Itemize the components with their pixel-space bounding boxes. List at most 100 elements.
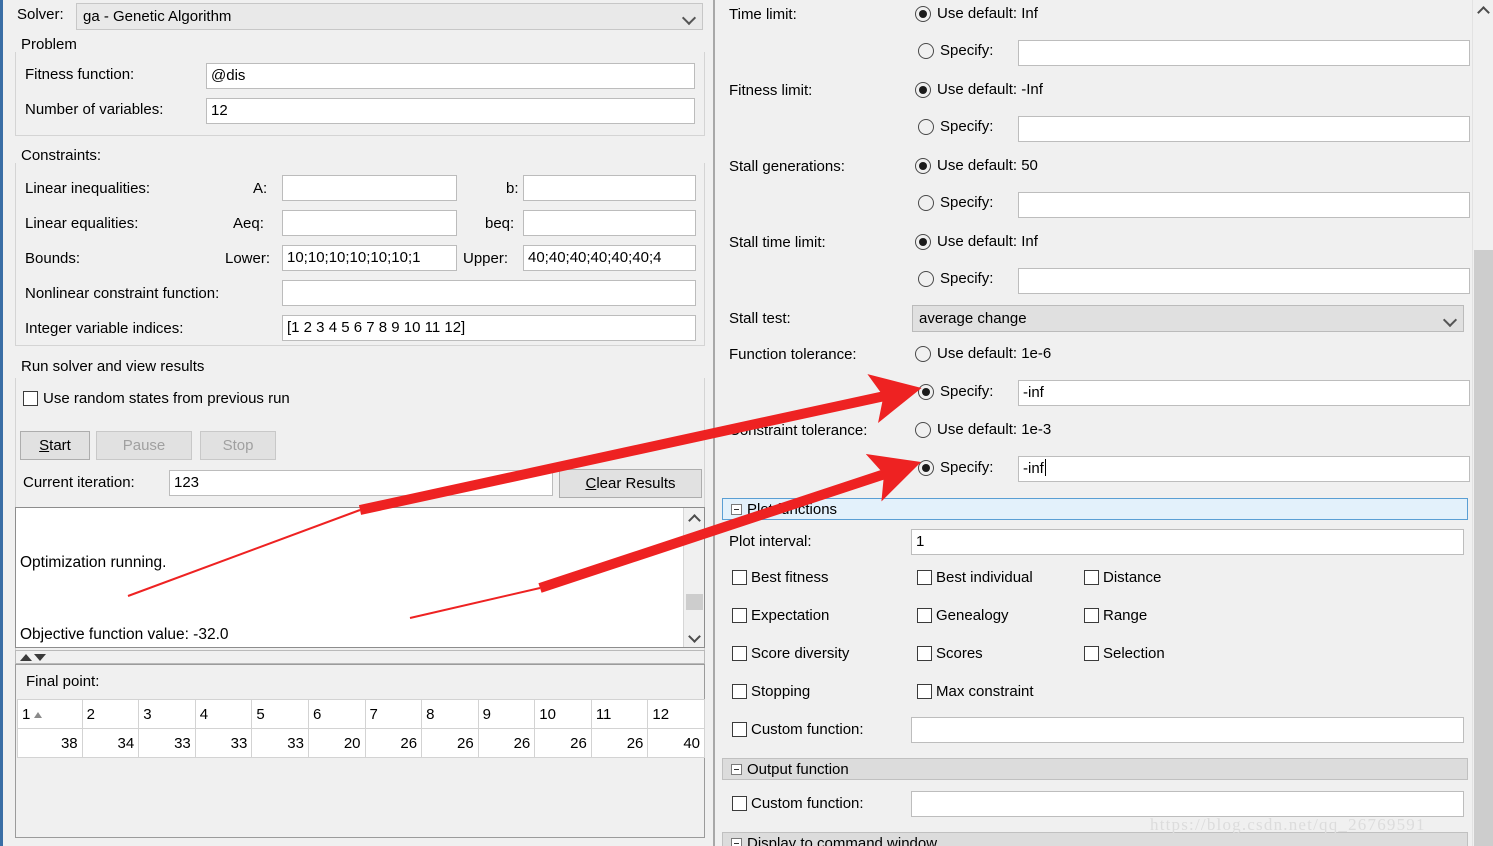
function-tolerance-default-radio[interactable]: Use default: 1e-6	[915, 345, 1051, 362]
table-col-header[interactable]: 2	[81, 699, 140, 729]
integer-variable-indices-label: Integer variable indices:	[25, 320, 184, 337]
table-cell: 26	[421, 728, 479, 758]
table-cell: 20	[307, 728, 366, 758]
table-col-header[interactable]: 3	[138, 699, 196, 729]
checkbox-best-fitness[interactable]: Best fitness	[732, 569, 829, 586]
start-button[interactable]: Start	[20, 431, 90, 460]
checkbox-selection[interactable]: Selection	[1084, 645, 1165, 662]
table-cell: 34	[81, 728, 140, 758]
results-textarea[interactable]: Optimization running. Objective function…	[15, 507, 705, 648]
checkbox-label: Range	[1103, 607, 1148, 624]
collapse-icon[interactable]	[731, 837, 742, 846]
left-panel: Solver: ga - Genetic Algorithm Problem F…	[0, 0, 710, 846]
upper-bound-input[interactable]: 40;40;40;40;40;40;4	[523, 245, 696, 271]
collapse-icon[interactable]	[731, 503, 742, 515]
scroll-up-icon[interactable]	[1473, 0, 1493, 21]
plot-functions-section-header[interactable]: Plot functions	[722, 498, 1468, 520]
bounds-label: Bounds:	[25, 250, 81, 267]
table-col-header[interactable]: 12	[647, 699, 705, 729]
table-col-header[interactable]: 9	[477, 699, 536, 729]
table-col-header[interactable]: 1	[17, 699, 83, 729]
use-random-states-checkbox[interactable]: Use random states from previous run	[23, 390, 290, 407]
function-tolerance-specify-radio[interactable]: Specify:	[918, 383, 993, 400]
aeq-input[interactable]	[282, 210, 457, 236]
b-input[interactable]	[523, 175, 696, 201]
stop-button-label: Stop	[222, 437, 254, 454]
stall-test-value: average change	[919, 310, 1027, 327]
fitness-function-input[interactable]: @dis	[206, 63, 695, 89]
stall-time-limit-specify-radio[interactable]: Specify:	[918, 270, 993, 287]
integer-variable-indices-input[interactable]: [1 2 3 4 5 6 7 8 9 10 11 12]	[282, 315, 696, 341]
pause-button[interactable]: Pause	[96, 431, 192, 460]
options-scrollbar[interactable]	[1472, 0, 1493, 846]
time-limit-specify-input[interactable]	[1018, 40, 1470, 66]
results-text-content: Optimization running. Objective function…	[20, 508, 680, 647]
stall-generations-specify-radio[interactable]: Specify:	[918, 194, 993, 211]
time-limit-specify-radio[interactable]: Specify:	[918, 42, 993, 59]
checkbox-icon	[917, 646, 932, 661]
checkbox-distance[interactable]: Distance	[1084, 569, 1161, 586]
fitness-limit-default-radio[interactable]: Use default: -Inf	[915, 81, 1043, 98]
checkbox-expectation[interactable]: Expectation	[732, 607, 829, 624]
plot-interval-input[interactable]: 1	[911, 529, 1464, 555]
time-limit-default-radio[interactable]: Use default: Inf	[915, 5, 1038, 22]
a-input[interactable]	[282, 175, 457, 201]
fitness-function-label: Fitness function:	[25, 66, 135, 83]
checkbox-best-individual[interactable]: Best individual	[917, 569, 1033, 586]
table-col-header[interactable]: 5	[251, 699, 309, 729]
problem-group-title: Problem	[19, 36, 81, 53]
table-col-header[interactable]: 10	[534, 699, 592, 729]
checkbox-range[interactable]: Range	[1084, 607, 1147, 624]
checkbox-score-diversity[interactable]: Score diversity	[732, 645, 849, 662]
constraint-tolerance-default-radio[interactable]: Use default: 1e-3	[915, 421, 1051, 438]
stall-generations-default-radio[interactable]: Use default: 50	[915, 157, 1038, 174]
scroll-down-icon[interactable]	[684, 626, 704, 647]
output-function-section-header[interactable]: Output function	[722, 758, 1468, 780]
checkbox-output-custom-function[interactable]: Custom function:	[732, 795, 864, 812]
table-col-header[interactable]: 6	[307, 699, 366, 729]
table-col-header[interactable]: 7	[364, 699, 423, 729]
nonlinear-constraint-input[interactable]	[282, 280, 696, 306]
checkbox-plot-custom-function[interactable]: Custom function:	[732, 721, 864, 738]
scroll-up-icon[interactable]	[684, 508, 704, 529]
checkbox-icon	[732, 570, 747, 585]
solver-dropdown[interactable]: ga - Genetic Algorithm	[76, 3, 703, 30]
b-label: b:	[506, 180, 519, 197]
checkbox-max-constraint[interactable]: Max constraint	[917, 683, 1034, 700]
stall-time-limit-label: Stall time limit:	[729, 234, 826, 251]
run-solver-group-title: Run solver and view results	[19, 358, 209, 375]
solver-label: Solver:	[17, 6, 64, 23]
panel-splitter[interactable]	[15, 650, 705, 664]
lower-bound-input[interactable]: 10;10;10;10;10;10;1	[282, 245, 457, 271]
options-scrollbar-thumb[interactable]	[1474, 250, 1493, 846]
table-col-header[interactable]: 4	[194, 699, 253, 729]
results-scrollbar-thumb[interactable]	[686, 594, 703, 610]
stall-generations-label: Stall generations:	[729, 158, 845, 175]
fitness-limit-specify-radio[interactable]: Specify:	[918, 118, 993, 135]
output-custom-function-input[interactable]	[911, 791, 1464, 817]
checkbox-scores[interactable]: Scores	[917, 645, 983, 662]
results-line-1: Objective function value: -32.0	[20, 626, 229, 643]
chevron-down-icon	[1443, 312, 1457, 326]
beq-input[interactable]	[523, 210, 696, 236]
results-scrollbar[interactable]	[683, 508, 704, 647]
stall-time-limit-specify-input[interactable]	[1018, 268, 1470, 294]
stop-button[interactable]: Stop	[200, 431, 276, 460]
stall-time-limit-default-radio[interactable]: Use default: Inf	[915, 233, 1038, 250]
stall-test-dropdown[interactable]: average change	[912, 305, 1464, 332]
function-tolerance-specify-input[interactable]: -inf	[1018, 380, 1470, 406]
splitter-up-icon[interactable]	[20, 653, 32, 661]
plot-custom-function-input[interactable]	[911, 717, 1464, 743]
collapse-icon[interactable]	[731, 763, 742, 775]
table-col-header[interactable]: 8	[421, 699, 479, 729]
constraint-tolerance-specify-radio[interactable]: Specify:	[918, 459, 993, 476]
number-of-variables-input[interactable]: 12	[206, 98, 695, 124]
constraint-tolerance-specify-input[interactable]: -inf	[1018, 456, 1470, 482]
clear-results-button[interactable]: Clear Results	[559, 469, 702, 498]
fitness-limit-specify-input[interactable]	[1018, 116, 1470, 142]
stall-generations-specify-input[interactable]	[1018, 192, 1470, 218]
table-col-header[interactable]: 11	[590, 699, 649, 729]
splitter-down-icon[interactable]	[34, 653, 46, 661]
checkbox-genealogy[interactable]: Genealogy	[917, 607, 1009, 624]
checkbox-stopping[interactable]: Stopping	[732, 683, 810, 700]
